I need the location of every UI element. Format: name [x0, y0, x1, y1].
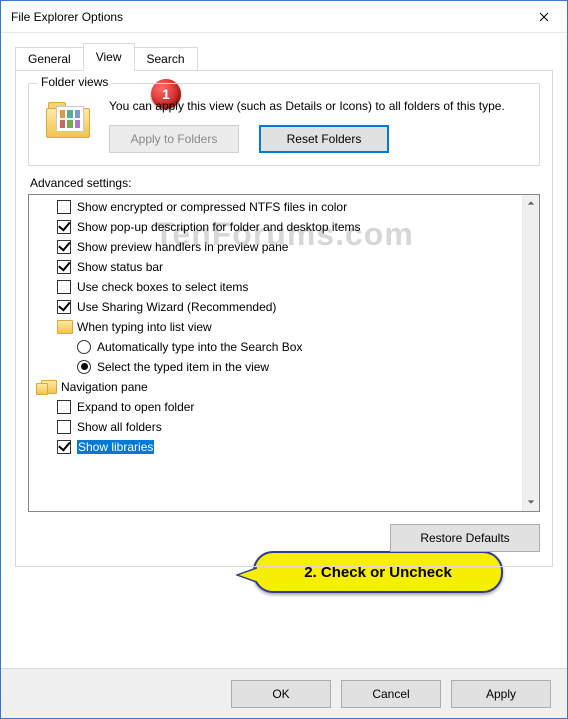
list-item-label: Show libraries — [77, 440, 154, 454]
tab-strip: General View Search — [15, 43, 553, 71]
list-item-label: Show encrypted or compressed NTFS files … — [77, 200, 347, 214]
list-item-label: Show status bar — [77, 260, 163, 274]
cancel-button[interactable]: Cancel — [341, 680, 441, 708]
list-item-label: Expand to open folder — [77, 400, 194, 414]
list-item[interactable]: Show all folders — [33, 417, 522, 437]
checkbox[interactable] — [57, 280, 71, 294]
window-title: File Explorer Options — [11, 10, 123, 24]
list-item-label: Automatically type into the Search Box — [97, 340, 302, 354]
apply-to-folders-button: Apply to Folders — [109, 125, 239, 153]
list-item-label: Navigation pane — [61, 380, 148, 394]
restore-defaults-button[interactable]: Restore Defaults — [390, 524, 540, 552]
checkbox[interactable] — [57, 240, 71, 254]
radio[interactable] — [77, 340, 91, 354]
list-item[interactable]: Select the typed item in the view — [33, 357, 522, 377]
list-item[interactable]: Show libraries — [33, 437, 522, 457]
ok-button[interactable]: OK — [231, 680, 331, 708]
close-icon — [539, 12, 549, 22]
advanced-settings-listbox: Show encrypted or compressed NTFS files … — [28, 194, 540, 512]
folder-views-icon — [41, 98, 95, 153]
list-item-label: Use check boxes to select items — [77, 280, 248, 294]
list-item[interactable]: Show encrypted or compressed NTFS files … — [33, 197, 522, 217]
folder-views-description: You can apply this view (such as Details… — [109, 98, 527, 115]
list-item[interactable]: Automatically type into the Search Box — [33, 337, 522, 357]
tab-general[interactable]: General — [15, 47, 84, 71]
tab-search[interactable]: Search — [134, 47, 198, 71]
scroll-down-button[interactable] — [523, 494, 540, 511]
titlebar: File Explorer Options — [1, 1, 567, 33]
list-item-label: Use Sharing Wizard (Recommended) — [77, 300, 276, 314]
list-item[interactable]: Show status bar — [33, 257, 522, 277]
checkbox[interactable] — [57, 200, 71, 214]
apply-button[interactable]: Apply — [451, 680, 551, 708]
folder-views-group: Folder views You can apply this view (su… — [28, 83, 540, 166]
folder-icon — [57, 320, 73, 334]
list-item-label: Select the typed item in the view — [97, 360, 269, 374]
list-item[interactable]: Show pop-up description for folder and d… — [33, 217, 522, 237]
checkbox[interactable] — [57, 220, 71, 234]
tab-panel-view: Folder views You can apply this view (su… — [15, 70, 553, 567]
scrollbar[interactable] — [522, 195, 539, 511]
scroll-up-button[interactable] — [523, 195, 540, 212]
list-item[interactable]: Show preview handlers in preview pane — [33, 237, 522, 257]
list-item[interactable]: Use check boxes to select items — [33, 277, 522, 297]
dialog-button-row: OK Cancel Apply — [1, 668, 567, 718]
list-item-label: Show pop-up description for folder and d… — [77, 220, 361, 234]
list-item-label: Show preview handlers in preview pane — [77, 240, 288, 254]
list-item: Navigation pane — [33, 377, 522, 397]
checkbox[interactable] — [57, 400, 71, 414]
tab-view[interactable]: View — [83, 43, 135, 71]
radio[interactable] — [77, 360, 91, 374]
advanced-settings-label: Advanced settings: — [30, 176, 540, 190]
folder-views-title: Folder views — [37, 75, 112, 89]
checkbox[interactable] — [57, 300, 71, 314]
list-item[interactable]: Use Sharing Wizard (Recommended) — [33, 297, 522, 317]
close-button[interactable] — [521, 1, 567, 33]
checkbox[interactable] — [57, 440, 71, 454]
list-item[interactable]: Expand to open folder — [33, 397, 522, 417]
checkbox[interactable] — [57, 420, 71, 434]
checkbox[interactable] — [57, 260, 71, 274]
list-item-label: When typing into list view — [77, 320, 212, 334]
reset-folders-button[interactable]: Reset Folders — [259, 125, 389, 153]
list-item-label: Show all folders — [77, 420, 162, 434]
list-item: When typing into list view — [33, 317, 522, 337]
navigation-pane-icon — [41, 380, 57, 394]
